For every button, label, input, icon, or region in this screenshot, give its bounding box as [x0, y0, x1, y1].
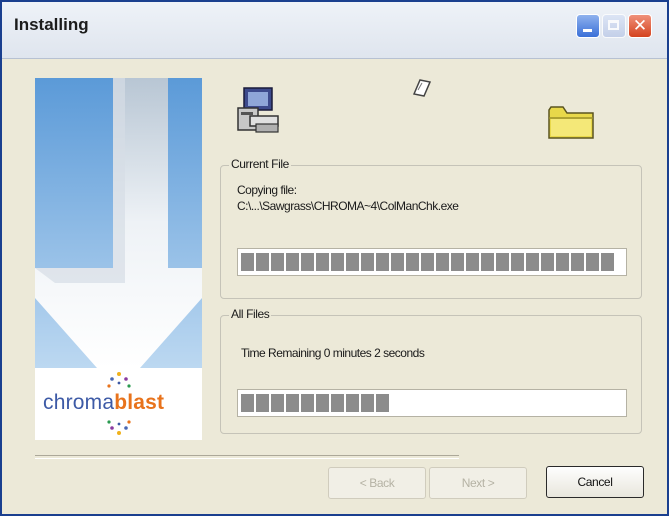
logo-dots-bottom-icon	[107, 420, 131, 435]
back-button[interactable]: < Back	[328, 467, 426, 499]
logo-dots-top-icon	[107, 372, 131, 388]
time-remaining-label: Time Remaining 0 minutes 2 seconds	[241, 346, 425, 360]
current-file-progress-bar	[237, 248, 627, 276]
minimize-icon[interactable]	[576, 14, 600, 38]
maximize-icon	[602, 14, 626, 38]
title-bar[interactable]: Installing ✕	[2, 2, 667, 59]
progress-block	[301, 253, 314, 271]
chromablast-logo: chromablast	[35, 368, 202, 440]
progress-block	[241, 394, 254, 412]
separator	[35, 455, 459, 459]
logo-wordmark: chromablast	[43, 391, 165, 414]
progress-block	[241, 253, 254, 271]
installer-window: Installing ✕ chromablast Current File Co…	[0, 0, 669, 516]
progress-block	[436, 253, 449, 271]
progress-block	[346, 253, 359, 271]
progress-block	[511, 253, 524, 271]
all-files-group: All Files Time Remaining 0 minutes 2 sec…	[220, 307, 642, 434]
cancel-button[interactable]: Cancel	[546, 466, 644, 498]
progress-block	[421, 253, 434, 271]
progress-block	[391, 253, 404, 271]
progress-block	[556, 253, 569, 271]
progress-block	[361, 394, 374, 412]
progress-block	[256, 253, 269, 271]
all-files-legend: All Files	[229, 307, 272, 321]
progress-block	[451, 253, 464, 271]
progress-block	[571, 253, 584, 271]
progress-block	[586, 253, 599, 271]
current-file-progress-fill	[241, 253, 614, 271]
progress-block	[541, 253, 554, 271]
progress-block	[466, 253, 479, 271]
progress-block	[271, 394, 284, 412]
progress-block	[361, 253, 374, 271]
progress-block	[316, 253, 329, 271]
computer-icon	[237, 87, 279, 133]
folder-icon	[548, 106, 594, 139]
progress-block	[376, 253, 389, 271]
down-arrow-graphic	[35, 78, 202, 368]
progress-block	[601, 253, 614, 271]
all-files-progress-fill	[241, 394, 389, 412]
progress-block	[286, 253, 299, 271]
progress-block	[406, 253, 419, 271]
progress-block	[271, 253, 284, 271]
current-file-legend: Current File	[229, 157, 291, 171]
progress-block	[376, 394, 389, 412]
progress-block	[331, 394, 344, 412]
flying-document-icon	[412, 79, 432, 97]
current-file-path: C:\...\Sawgrass\CHROMA~4\ColManChk.exe	[237, 199, 459, 213]
close-icon[interactable]: ✕	[628, 14, 652, 38]
branding-panel: chromablast	[35, 78, 202, 440]
progress-block	[301, 394, 314, 412]
copying-status-label: Copying file:	[237, 183, 297, 197]
progress-block	[256, 394, 269, 412]
progress-block	[526, 253, 539, 271]
progress-block	[316, 394, 329, 412]
current-file-group: Current File Copying file: C:\...\Sawgra…	[220, 157, 642, 299]
progress-block	[346, 394, 359, 412]
all-files-progress-bar	[237, 389, 627, 417]
progress-block	[286, 394, 299, 412]
window-title: Installing	[14, 15, 89, 34]
progress-block	[496, 253, 509, 271]
progress-block	[481, 253, 494, 271]
next-button[interactable]: Next >	[429, 467, 527, 499]
progress-block	[331, 253, 344, 271]
